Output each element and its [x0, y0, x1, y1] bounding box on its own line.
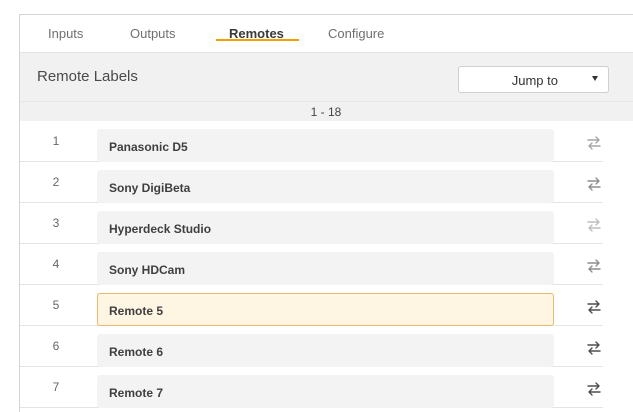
remote-label-field[interactable]: Remote 5	[97, 293, 554, 326]
remote-row: 2 Sony DigiBeta	[20, 162, 633, 203]
remote-row: 6 Remote 6	[20, 326, 633, 367]
jump-to-select[interactable]: Jump to	[458, 66, 609, 93]
remote-number: 2	[52, 175, 60, 189]
remote-list: 1 Panasonic D5 2 Sony DigiBeta 3 Hyperde…	[20, 121, 633, 408]
remote-row: 1 Panasonic D5	[20, 121, 633, 162]
swap-arrows-icon[interactable]	[586, 218, 602, 232]
remote-row: 3 Hyperdeck Studio	[20, 203, 633, 244]
swap-arrows-icon[interactable]	[586, 341, 602, 355]
range-bar: 1 - 18	[20, 101, 633, 121]
tab-configure[interactable]: Configure	[328, 26, 384, 41]
range-indicator: 1 - 18	[310, 105, 342, 119]
jump-to-label: Jump to	[511, 73, 558, 88]
swap-arrows-icon[interactable]	[586, 259, 602, 273]
swap-arrows-icon[interactable]	[586, 300, 602, 314]
remote-number: 5	[52, 298, 60, 312]
remote-label-field[interactable]: Panasonic D5	[97, 129, 554, 162]
swap-arrows-icon[interactable]	[586, 136, 602, 150]
remote-number: 3	[52, 216, 60, 230]
active-tab-indicator	[216, 39, 299, 41]
remote-row: 4 Sony HDCam	[20, 244, 633, 285]
remote-row: 7 Remote 7	[20, 367, 633, 408]
tab-bar: Inputs Outputs Remotes Configure	[20, 15, 633, 52]
remote-number: 4	[52, 257, 60, 271]
remote-label-field[interactable]: Sony DigiBeta	[97, 170, 554, 203]
dropdown-arrow-icon	[592, 76, 598, 81]
swap-arrows-icon[interactable]	[586, 382, 602, 396]
remote-number: 1	[52, 134, 60, 148]
remote-label-field[interactable]: Sony HDCam	[97, 252, 554, 285]
section-title: Remote Labels	[37, 68, 138, 85]
remote-label-field[interactable]: Remote 7	[97, 375, 554, 408]
remote-row: 5 Remote 5	[20, 285, 633, 326]
scrollbar-track[interactable]	[603, 121, 633, 412]
tab-inputs[interactable]: Inputs	[48, 26, 83, 41]
remote-number: 6	[52, 339, 60, 353]
remotes-panel: Inputs Outputs Remotes Configure Remote …	[19, 14, 633, 412]
remote-label-field[interactable]: Hyperdeck Studio	[97, 211, 554, 244]
swap-arrows-icon[interactable]	[586, 177, 602, 191]
tab-outputs[interactable]: Outputs	[130, 26, 176, 41]
remote-label-field[interactable]: Remote 6	[97, 334, 554, 367]
section-header: Remote Labels Jump to	[20, 52, 633, 101]
remote-number: 7	[52, 380, 60, 394]
